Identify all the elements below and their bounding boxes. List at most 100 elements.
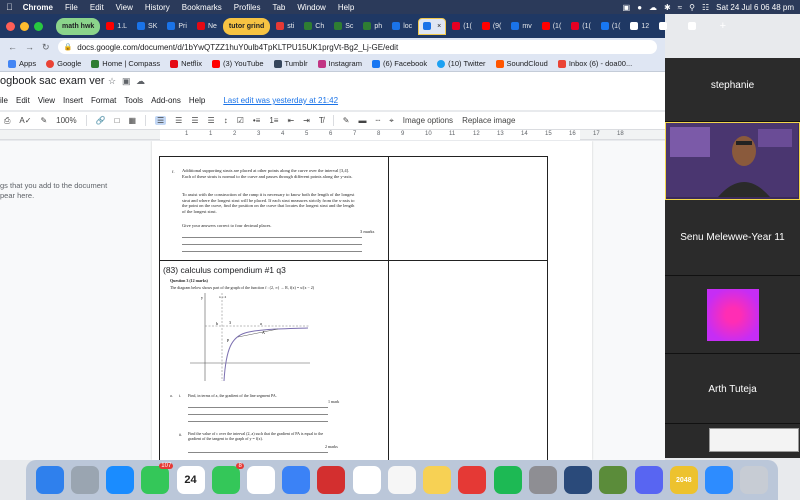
browser-tab[interactable]: (1( <box>567 18 595 35</box>
browser-tab[interactable]: (9( <box>478 18 506 35</box>
doc-menu-help[interactable]: Help <box>189 96 205 105</box>
browser-tab[interactable]: sti <box>272 18 298 35</box>
browser-tab[interactable]: 1.L <box>102 18 131 35</box>
bookmark-facebook[interactable]: (6) Facebook <box>371 59 427 68</box>
browser-tab[interactable]: pc <box>655 18 681 35</box>
bookmark-compass[interactable]: Home | Compass <box>91 59 160 68</box>
url-text[interactable]: docs.google.com/document/d/1bYwQTZZ1huY0… <box>77 43 398 52</box>
comment-icon[interactable]: □ <box>115 116 120 125</box>
browser-tab[interactable]: Sc <box>330 18 357 35</box>
participant-tile[interactable] <box>665 276 800 354</box>
dock-app-store-icon[interactable] <box>106 466 135 494</box>
menu-app-name[interactable]: Chrome <box>23 3 53 12</box>
dock-pages-icon[interactable] <box>387 466 416 494</box>
menu-help[interactable]: Help <box>338 3 354 12</box>
dock-trash-icon[interactable] <box>740 466 769 494</box>
participant-tile-active-speaker[interactable] <box>665 122 800 200</box>
menu-edit[interactable]: Edit <box>90 3 104 12</box>
screen-share-icon[interactable]: ▣ <box>623 3 631 12</box>
maximize-window-icon[interactable] <box>34 22 43 31</box>
star-icon[interactable]: ☆ <box>108 76 116 87</box>
spellcheck-icon[interactable]: A✓ <box>19 116 31 125</box>
browser-tab[interactable]: mv <box>507 18 535 35</box>
lock-icon[interactable]: 🔒 <box>64 43 73 51</box>
table-cell[interactable] <box>388 156 548 261</box>
menu-profiles[interactable]: Profiles <box>234 3 261 12</box>
align-justify-icon[interactable]: ☰ <box>208 116 215 125</box>
doc-title[interactable]: ogbook sac exam ver <box>0 75 105 87</box>
function-graph[interactable]: y x = 2 b 3 a A P <box>190 293 315 383</box>
control-center-icon[interactable]: ☷ <box>702 3 709 12</box>
browser-tab-active[interactable]: × <box>418 17 447 35</box>
dock-zoom-icon[interactable] <box>705 466 734 494</box>
doc-menu-addons[interactable]: Add-ons <box>151 96 181 105</box>
document-page[interactable]: f. Additional supporting struts are plac… <box>152 141 592 460</box>
image-icon[interactable]: ▦ <box>128 116 136 125</box>
tab-group[interactable]: tutor grind <box>222 17 271 35</box>
browser-tab[interactable]: (1( <box>597 18 625 35</box>
dock-photos-icon[interactable] <box>352 466 381 494</box>
checklist-icon[interactable]: ☑ <box>237 116 244 125</box>
clear-format-icon[interactable]: T̸ <box>319 116 324 125</box>
replace-image-button[interactable]: Replace image <box>462 116 515 125</box>
menu-tab[interactable]: Tab <box>272 3 285 12</box>
dock-photo-booth-icon[interactable] <box>317 466 346 494</box>
back-icon[interactable]: ← <box>8 42 17 52</box>
line-spacing-icon[interactable]: ↕ <box>224 116 228 125</box>
screen-share-thumbnail[interactable] <box>709 428 799 452</box>
clock-text[interactable]: Sat 24 Jul 6 06 48 pm <box>716 3 794 12</box>
image-options-button[interactable]: Image options <box>403 116 453 125</box>
participant-tile[interactable]: stephanie <box>665 58 800 122</box>
align-center-icon[interactable]: ☰ <box>175 116 182 125</box>
browser-tab[interactable]: loc <box>388 18 416 35</box>
bookmark-google[interactable]: Google <box>46 59 81 68</box>
dock-spotify-icon[interactable] <box>493 466 522 494</box>
dock-finder-icon[interactable] <box>35 466 64 494</box>
link-icon[interactable]: 🔗 <box>96 116 106 125</box>
new-tab-icon[interactable]: + <box>720 20 726 32</box>
browser-tab[interactable]: (1( <box>538 18 566 35</box>
cloud-icon[interactable]: ☁ <box>649 3 657 12</box>
bookmark-inbox[interactable]: Inbox (6) - doa00... <box>557 59 632 68</box>
move-folder-icon[interactable]: ▣ <box>122 76 131 87</box>
dock-messages-icon[interactable]: 107 <box>141 463 174 494</box>
minimize-window-icon[interactable] <box>20 22 29 31</box>
menu-bookmarks[interactable]: Bookmarks <box>182 3 222 12</box>
bookmark-apps[interactable]: Apps <box>8 59 36 68</box>
menu-window[interactable]: Window <box>297 3 325 12</box>
ruler[interactable]: 1 1 2 3 4 5 6 7 8 9 10 11 12 13 14 15 16 17 18 <box>0 130 665 140</box>
numbered-list-icon[interactable]: 1≡ <box>269 116 278 125</box>
search-icon[interactable]: ⚲ <box>689 3 695 12</box>
address-bar[interactable]: 🔒 docs.google.com/document/d/1bYwQTZZ1hu… <box>57 40 657 54</box>
dock-vpn-icon[interactable] <box>564 466 593 494</box>
doc-menu-tools[interactable]: Tools <box>124 96 143 105</box>
decrease-indent-icon[interactable]: ⇤ <box>287 116 294 125</box>
browser-tab[interactable]: 12 <box>626 18 653 35</box>
cloud-status-icon[interactable]: ☁ <box>136 76 145 87</box>
bookmark-soundcloud[interactable]: SoundCloud <box>495 59 548 68</box>
print-icon[interactable]: ⎙ <box>4 116 10 126</box>
participant-tile[interactable]: Arth Tuteja <box>665 354 800 424</box>
doc-menu-format[interactable]: Format <box>91 96 116 105</box>
bookmark-netflix[interactable]: Netflix <box>170 59 202 68</box>
bulleted-list-icon[interactable]: •≡ <box>253 116 260 125</box>
zoom-status-icon[interactable]: ● <box>637 3 642 12</box>
dock-chrome-icon[interactable] <box>247 466 276 494</box>
apple-icon[interactable]:  <box>6 2 13 12</box>
dock-mail-icon[interactable] <box>282 466 311 494</box>
browser-tab[interactable]: Ne <box>684 18 712 35</box>
dock-launchpad-icon[interactable] <box>70 466 99 494</box>
bookmark-twitter[interactable]: (10) Twitter <box>437 59 486 68</box>
forward-icon[interactable]: → <box>25 42 34 52</box>
dock-discord-icon[interactable] <box>634 466 663 494</box>
menu-view[interactable]: View <box>116 3 133 12</box>
browser-tab[interactable]: Ne <box>193 18 221 35</box>
paint-format-icon[interactable]: ✎ <box>40 116 47 125</box>
dock-notes-icon[interactable] <box>423 466 452 494</box>
menu-history[interactable]: History <box>145 3 170 12</box>
participant-tile[interactable]: Senu Melewwe-Year 11 <box>665 200 800 276</box>
tab-group[interactable]: math hwk <box>56 17 101 35</box>
reload-icon[interactable]: ↻ <box>42 42 50 53</box>
align-right-icon[interactable]: ☰ <box>191 116 198 125</box>
browser-tab[interactable]: (1( <box>448 18 476 35</box>
